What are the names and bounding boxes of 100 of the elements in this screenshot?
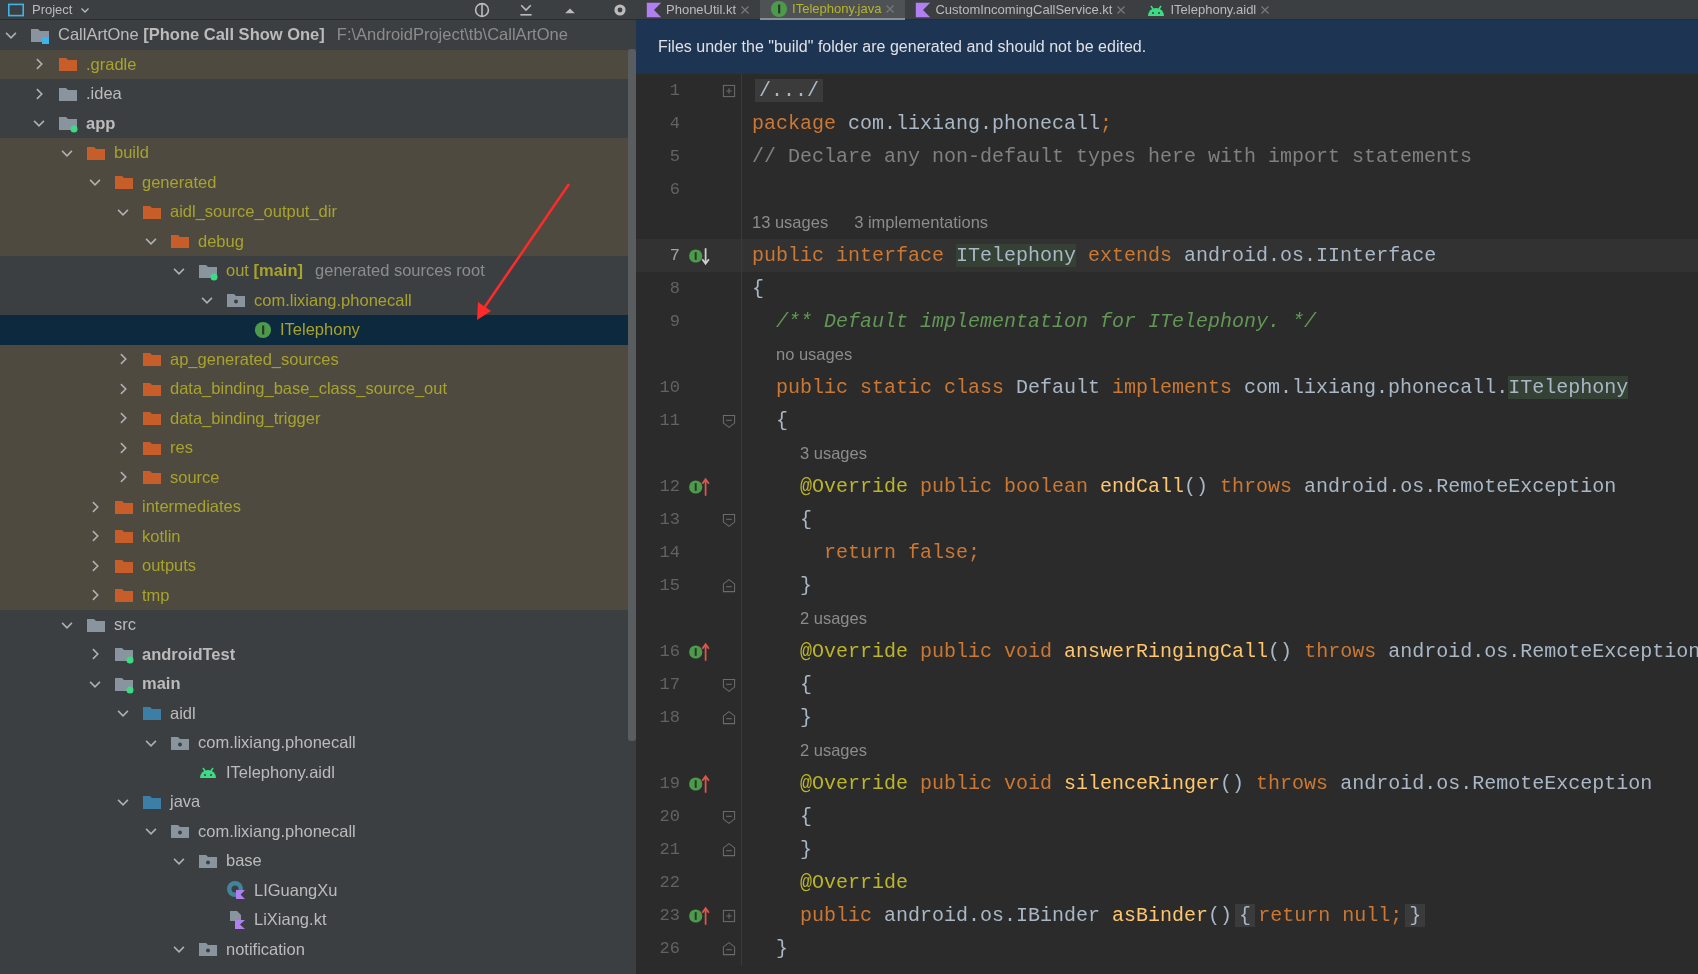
code-line: public static class Default implements com.lixiang.phonecall.ITelephony [775, 374, 1629, 401]
tree-item[interactable]: intermediates [0, 492, 628, 522]
code-line: } [799, 836, 812, 863]
item-label: source [170, 466, 220, 488]
tree-item[interactable]: generated [0, 167, 628, 197]
code-line: @Override public void silenceRinger() throws android.os.RemoteException [799, 770, 1653, 797]
tree-item[interactable]: notification [0, 934, 628, 964]
tree-item[interactable]: src [0, 610, 628, 640]
panel-icon [8, 1, 24, 18]
tree-item[interactable]: androidTest [0, 639, 628, 669]
item-label: com.lixiang.phonecall [254, 289, 412, 311]
tree-item[interactable]: .gradle [0, 49, 628, 79]
tree-item[interactable]: tmp [0, 580, 628, 610]
overriding-icon[interactable] [688, 904, 710, 927]
line-number: 21 [658, 838, 680, 861]
tree-item[interactable]: aidl [0, 698, 628, 728]
code-line: @Override public void answerRingingCall() throws android.os.RemoteException [799, 638, 1698, 665]
code-line: @Override [799, 869, 909, 896]
tree-item[interactable]: LIGuangXu [0, 875, 628, 905]
tree-item[interactable]: source [0, 462, 628, 492]
item-label: aidl [170, 702, 196, 724]
item-label: ITelephony [280, 319, 360, 341]
close-icon[interactable] [1260, 5, 1271, 15]
item-label: debug [198, 230, 244, 252]
editor-tab[interactable]: ITelephony.aidl [1136, 0, 1281, 20]
tree-item[interactable]: CallArtOne [Phone Call Show One] F:\AndroidProject\tb\CallArtOne [0, 20, 628, 50]
usage-hint[interactable]: 3 implementations [854, 210, 989, 235]
item-label: .gradle [86, 53, 137, 75]
tree-item[interactable]: out [main] generated sources root [0, 256, 628, 286]
code-line: { [799, 803, 812, 830]
line-number: 7 [668, 244, 680, 267]
tree-item[interactable]: res [0, 433, 628, 463]
close-icon[interactable] [740, 5, 751, 15]
fold-expand-icon[interactable] [721, 83, 736, 98]
tree-item[interactable]: base [0, 846, 628, 876]
tree-item[interactable]: ITelephony.aidl [0, 757, 628, 787]
tree-item[interactable]: java [0, 787, 628, 817]
item-label: res [170, 437, 193, 459]
fold-end-icon[interactable] [721, 578, 736, 593]
editor-tab[interactable]: PhoneUtil.kt [636, 0, 761, 20]
fold-collapse-icon[interactable] [721, 677, 736, 692]
tree-item[interactable]: outputs [0, 551, 628, 581]
settings-icon[interactable] [612, 1, 628, 18]
overriding-icon[interactable] [688, 772, 710, 795]
fold-collapse-icon[interactable] [721, 413, 736, 428]
tree-item[interactable]: data_binding_trigger [0, 403, 628, 433]
kotlin-icon [646, 2, 662, 18]
tree-item[interactable]: aidl_source_output_dir [0, 197, 628, 227]
tree-item[interactable]: .idea [0, 79, 628, 109]
tree-item[interactable]: com.lixiang.phonecall [0, 816, 628, 846]
tree-item[interactable]: com.lixiang.phonecall [0, 285, 628, 315]
tree-item[interactable]: ITelephony [0, 315, 628, 345]
fold-end-icon[interactable] [721, 941, 736, 956]
tree-item[interactable]: ap_generated_sources [0, 344, 628, 374]
locate-icon[interactable] [474, 1, 490, 18]
item-label: LIGuangXu [254, 879, 338, 901]
item-label: generated [142, 171, 217, 193]
line-number: 23 [658, 904, 680, 927]
usage-hint[interactable]: 3 usages [800, 441, 867, 466]
line-number: 10 [658, 376, 680, 399]
code-line: { [751, 275, 764, 302]
code-line: } [799, 572, 812, 599]
item-label: ITelephony.aidl [226, 761, 335, 783]
fold-end-icon[interactable] [721, 842, 736, 857]
fold-collapse-icon[interactable] [721, 809, 736, 824]
line-number: 16 [658, 640, 680, 663]
tree-item[interactable]: kotlin [0, 521, 628, 551]
usage-hint[interactable]: no usages [776, 342, 853, 367]
fold-collapse-icon[interactable] [721, 512, 736, 527]
item-label: tmp [142, 584, 170, 606]
usage-hint[interactable]: 2 usages [800, 606, 867, 631]
tree-item[interactable]: build [0, 138, 628, 168]
tree-item[interactable]: data_binding_base_class_source_out [0, 374, 628, 404]
code-line: { [775, 407, 788, 434]
close-icon[interactable] [1116, 5, 1127, 15]
interface-icon [254, 320, 272, 339]
tree-item[interactable]: debug [0, 226, 628, 256]
fold-expand-icon[interactable] [721, 908, 736, 923]
item-label: outputs [142, 555, 197, 577]
usage-hint[interactable]: 2 usages [800, 738, 867, 763]
tree-item[interactable]: LiXiang.kt [0, 905, 628, 935]
editor-tab[interactable]: ITelephony.java [760, 0, 906, 20]
tree-item[interactable]: app [0, 108, 628, 138]
line-number: 9 [668, 310, 680, 333]
code-line: } [799, 704, 812, 731]
scrollbar-thumb[interactable] [628, 49, 636, 741]
panel-title[interactable]: Project [32, 0, 73, 20]
item-label: androidTest [142, 643, 236, 665]
item-label: CallArtOne [Phone Call Show One] [58, 24, 325, 46]
item-label: main [142, 673, 181, 695]
usage-hint[interactable]: 13 usages [752, 210, 829, 235]
editor-tab[interactable]: CustomIncomingCallService.kt [905, 0, 1137, 20]
overriding-icon[interactable] [688, 640, 710, 663]
item-hint: generated sources root [315, 260, 485, 282]
fold-end-icon[interactable] [721, 710, 736, 725]
code-line: public android.os.IBinder asBinder() { return null; } [742, 900, 1429, 931]
tree-item[interactable]: main [0, 669, 628, 699]
tree-item[interactable]: com.lixiang.phonecall [0, 728, 628, 758]
code-line: // Declare any non-default types here with import statements [751, 143, 1473, 170]
overriding-icon[interactable] [688, 475, 710, 498]
